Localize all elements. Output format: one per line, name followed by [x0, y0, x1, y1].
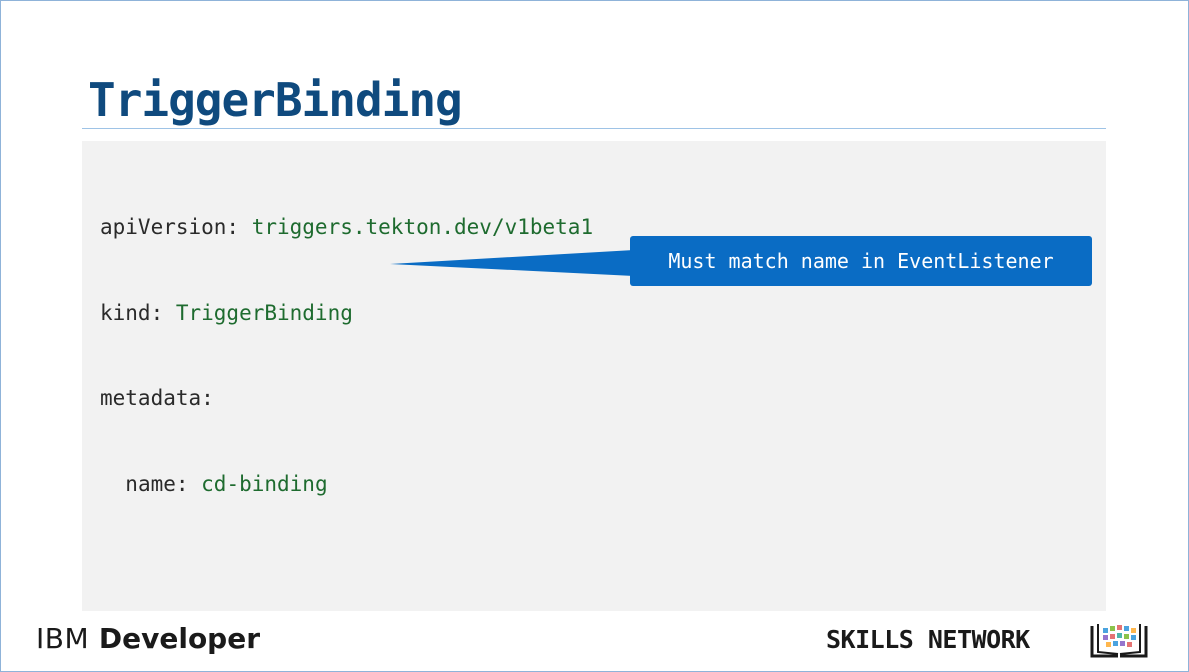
code-value: triggers.tekton.dev/v1beta1	[239, 215, 594, 239]
code-key: kind:	[100, 300, 164, 325]
code-line: apiVersion: triggers.tekton.dev/v1beta1	[100, 213, 593, 242]
slide-title: TriggerBinding	[88, 73, 463, 127]
title-divider	[82, 128, 1106, 129]
code-key: name:	[125, 471, 189, 496]
skills-network-wordmark: SKILLS NETWORK	[826, 625, 1030, 654]
ibm-developer-logo: IBM Developer	[36, 620, 260, 658]
ibm-wordmark: IBM	[36, 622, 90, 655]
skills-network-book-icon	[1090, 624, 1148, 658]
code-line: name: cd-binding	[100, 470, 593, 499]
code-block: apiVersion: triggers.tekton.dev/v1beta1 …	[100, 156, 593, 527]
developer-wordmark: Developer	[89, 622, 261, 655]
code-line: kind: TriggerBinding	[100, 299, 593, 328]
code-value: TriggerBinding	[163, 300, 353, 325]
code-value: cd-binding	[188, 471, 328, 496]
callout-label: Must match name in EventListener	[668, 249, 1054, 273]
code-key: metadata:	[100, 386, 214, 410]
code-key: apiVersion:	[100, 215, 240, 239]
code-line: metadata:	[100, 384, 593, 413]
